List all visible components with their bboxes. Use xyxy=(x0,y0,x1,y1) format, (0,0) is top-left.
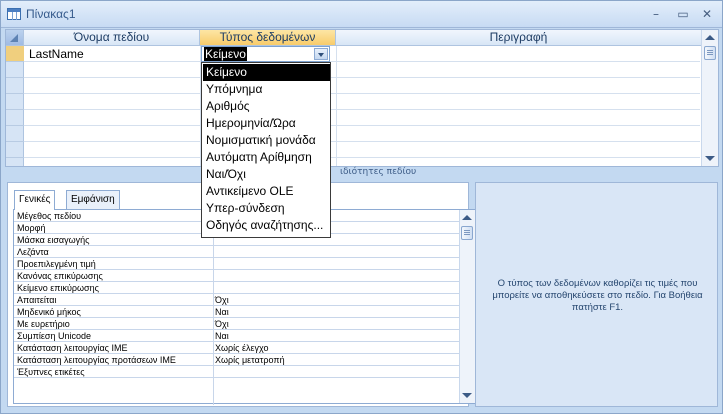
window-title: Πίνακας1 xyxy=(26,7,76,21)
scroll-down-icon[interactable] xyxy=(705,156,715,161)
property-value[interactable]: Όχι xyxy=(215,318,229,330)
property-name: Μάσκα εισαγωγής xyxy=(17,235,90,245)
property-name: Προεπιλεγμένη τιμή xyxy=(17,259,96,269)
property-name: Κείμενο επικύρωσης xyxy=(17,283,99,293)
property-row[interactable]: Λεζάντα xyxy=(14,246,459,258)
property-name: Έξυπνες ετικέτες xyxy=(17,367,85,377)
property-name: Συμπίεση Unicode xyxy=(17,331,91,341)
dropdown-option[interactable]: Υπερ-σύνδεση xyxy=(203,200,330,217)
property-name: Απαιτείται xyxy=(17,295,57,305)
dropdown-option[interactable]: Υπόμνημα xyxy=(203,81,330,98)
select-all-corner[interactable] xyxy=(6,30,24,46)
property-row[interactable]: Με ευρετήριο Όχι xyxy=(14,318,459,330)
table-row[interactable] xyxy=(24,110,700,126)
table-row[interactable] xyxy=(24,126,700,142)
title-bar[interactable]: Πίνακας1 – ▭ ✕ xyxy=(1,1,722,28)
scroll-up-icon[interactable] xyxy=(462,215,472,220)
restore-icon[interactable]: ▭ xyxy=(675,7,691,21)
field-grid: Όνομα πεδίου Τύπος δεδομένων Περιγραφή L… xyxy=(5,29,719,167)
tab-display[interactable]: Εμφάνιση xyxy=(66,190,120,209)
property-row[interactable]: Μηδενικό μήκος Ναι xyxy=(14,306,459,318)
table-row[interactable] xyxy=(24,78,700,94)
help-panel: Ο τύπος των δεδομένων καθορίζει τις τιμέ… xyxy=(475,182,718,407)
property-value[interactable]: Χωρίς μετατροπή xyxy=(215,354,285,366)
property-name: Μορφή xyxy=(17,223,46,233)
field-properties-divider: ιδιότητες πεδίου xyxy=(5,167,719,178)
property-name: Κατάσταση λειτουργίας προτάσεων IME xyxy=(17,355,176,365)
property-row[interactable]: Κατάσταση λειτουργίας IME Χωρίς έλεγχο xyxy=(14,342,459,354)
data-type-combobox[interactable]: Κείμενο xyxy=(201,46,330,62)
table-row[interactable] xyxy=(24,94,700,110)
property-row[interactable]: Προεπιλεγμένη τιμή xyxy=(14,258,459,270)
data-type-value[interactable]: Κείμενο xyxy=(204,47,247,61)
column-header-description[interactable]: Περιγραφή xyxy=(336,30,702,46)
property-value[interactable]: Ναι xyxy=(215,306,229,318)
table-row[interactable] xyxy=(24,142,700,158)
chevron-down-icon[interactable] xyxy=(314,48,328,60)
dropdown-option[interactable]: Ημερομηνία/Ώρα xyxy=(203,115,330,132)
scroll-up-icon[interactable] xyxy=(705,35,715,40)
property-value[interactable]: Ναι xyxy=(215,330,229,342)
dropdown-option[interactable]: Αυτόματη Αρίθμηση xyxy=(203,149,330,166)
property-row[interactable]: Κανόνας επικύρωσης xyxy=(14,270,459,282)
tab-general[interactable]: Γενικές xyxy=(14,190,56,210)
property-row[interactable]: Απαιτείται Όχι xyxy=(14,294,459,306)
dropdown-option[interactable]: Κείμενο xyxy=(203,64,330,81)
column-header-field-name[interactable]: Όνομα πεδίου xyxy=(24,30,200,46)
row-selector[interactable] xyxy=(6,94,24,110)
property-name: Λεζάντα xyxy=(17,247,49,257)
help-text: Ο τύπος των δεδομένων καθορίζει τις τιμέ… xyxy=(492,278,703,313)
dropdown-option[interactable]: Οδηγός αναζήτησης... xyxy=(203,217,330,234)
row-selector[interactable] xyxy=(6,46,24,62)
row-selector[interactable] xyxy=(6,126,24,142)
table-icon xyxy=(7,8,21,20)
property-value[interactable]: Όχι xyxy=(215,294,229,306)
property-name: Μέγεθος πεδίου xyxy=(17,211,82,221)
grid-scrollbar[interactable] xyxy=(701,30,718,166)
property-row[interactable]: Κείμενο επικύρωσης xyxy=(14,282,459,294)
property-row[interactable]: Συμπίεση Unicode Ναι xyxy=(14,330,459,342)
dropdown-option[interactable]: Ναι/Όχι xyxy=(203,166,330,183)
field-name-cell[interactable]: LastName xyxy=(29,47,84,61)
dropdown-option[interactable]: Νομισματική μονάδα xyxy=(203,132,330,149)
scroll-down-icon[interactable] xyxy=(462,393,472,398)
row-selector[interactable] xyxy=(6,78,24,94)
property-name: Κατάσταση λειτουργίας IME xyxy=(17,343,128,353)
close-icon[interactable]: ✕ xyxy=(699,7,715,21)
property-scrollbar[interactable] xyxy=(459,210,475,403)
property-row[interactable]: Έξυπνες ετικέτες xyxy=(14,366,459,378)
minimize-icon[interactable]: – xyxy=(648,7,664,21)
row-selector[interactable] xyxy=(6,62,24,78)
property-name: Μηδενικό μήκος xyxy=(17,307,81,317)
column-header-data-type[interactable]: Τύπος δεδομένων xyxy=(200,30,336,46)
property-name: Κανόνας επικύρωσης xyxy=(17,271,103,281)
property-name: Με ευρετήριο xyxy=(17,319,70,329)
row-selector[interactable] xyxy=(6,142,24,158)
table-row[interactable] xyxy=(24,62,700,78)
field-properties-label: ιδιότητες πεδίου xyxy=(340,167,417,177)
table-row[interactable]: LastName xyxy=(24,46,700,62)
property-value[interactable]: Χωρίς έλεγχο xyxy=(215,342,269,354)
dropdown-option[interactable]: Αντικείμενο OLE xyxy=(203,183,330,200)
dropdown-option[interactable]: Αριθμός xyxy=(203,98,330,115)
property-sheet: Μέγεθος πεδίου Μορφή Μάσκα εισαγωγής Λεζ… xyxy=(13,209,476,405)
data-type-dropdown-list[interactable]: Κείμενο Υπόμνημα Αριθμός Ημερομηνία/Ώρα … xyxy=(201,62,331,238)
scroll-thumb[interactable] xyxy=(461,226,473,240)
scroll-thumb[interactable] xyxy=(704,46,716,60)
row-selector[interactable] xyxy=(6,110,24,126)
property-row[interactable]: Κατάσταση λειτουργίας προτάσεων IME Χωρίς… xyxy=(14,354,459,366)
table-design-window: Πίνακας1 – ▭ ✕ Όνομα πεδίου Τύπος δεδομέ… xyxy=(0,0,723,414)
